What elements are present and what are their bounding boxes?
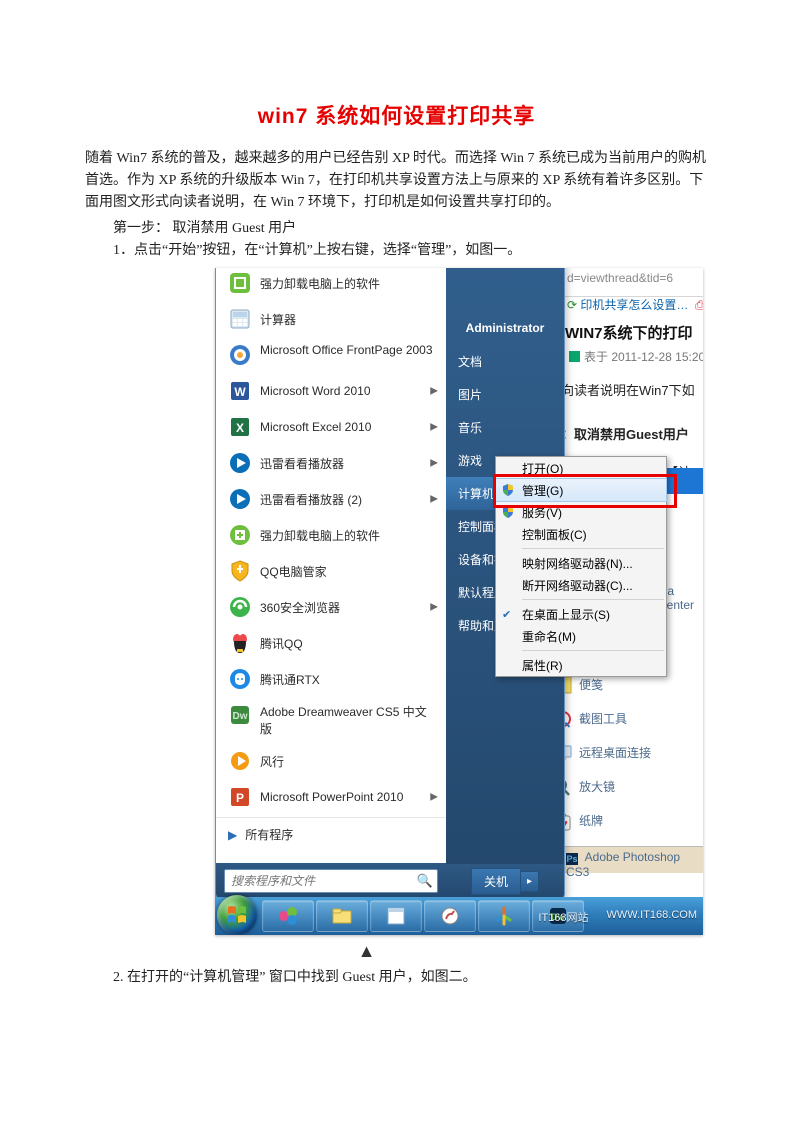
context-menu-item[interactable]: 控制面板(C) [496,523,666,545]
start-program-item[interactable]: 计算器 [216,301,446,337]
start-program-item[interactable]: 腾讯通RTX [216,661,446,697]
search-input[interactable] [229,873,417,889]
program-label: 风行 [260,753,284,770]
shield-icon [501,483,515,497]
start-program-item[interactable]: Dw Adobe Dreamweaver CS5 中文版 [216,697,446,743]
start-program-item[interactable]: 强力卸载电脑上的软件 [216,268,446,301]
context-menu-item[interactable]: 服务(V) [496,501,666,523]
ps-titlebar: Ps Adobe Photoshop CS3 [560,846,703,873]
submenu-arrow-icon: ▶ [430,602,438,613]
user-name: Administrator [446,315,564,345]
taskbar-icon[interactable] [424,900,476,932]
program-label: 迅雷看看播放器 [260,455,344,472]
program-label: QQ电脑管家 [260,563,327,580]
step1-instruction: 1．点击“开始”按钮，在“计算机”上按右键，选择“管理”，如图一。 [85,240,708,262]
submenu-arrow-icon: ▶ [430,422,438,433]
context-menu-item[interactable]: 重命名(M) [496,625,666,647]
article-meta: 表于 2011-12-28 15:20:02 [569,348,703,365]
taskbar: Dw IT168网站WWW.IT168.COM [215,897,703,935]
start-bottom: 🔍 关机▸ [216,863,564,899]
start-program-item[interactable]: 强力卸载电脑上的软件 [216,517,446,553]
start-program-item[interactable]: QQ电脑管家 [216,553,446,589]
taskbar-icon[interactable] [262,900,314,932]
search-row: 🔍 [216,863,446,899]
program-label: 腾讯QQ [260,635,303,652]
program-label: Microsoft Word 2010 [260,384,371,398]
browser-tabbar: ⟳ 印机共享怎么设置… ⎙驱动 [563,294,703,318]
intro-paragraph: 随着 Win7 系统的普及，越来越多的用户已经告别 XP 时代。而选择 Win … [85,148,708,214]
start-program-item[interactable]: Microsoft Office FrontPage 2003 [216,337,446,373]
program-label: Adobe Dreamweaver CS5 中文版 [260,703,436,737]
svg-text:X: X [236,421,244,435]
start-right-link[interactable]: 图片 [446,378,564,411]
tab-link[interactable]: 印机共享怎么设置… [580,298,688,312]
start-program-item[interactable]: 迅雷看看播放器 ▶ [216,445,446,481]
gadget-item[interactable]: ♥纸牌 [553,804,703,838]
step1-next: 2. 在打开的“计算机管理” 窗口中找到 Guest 用户，如图二。 [85,966,708,986]
submenu-arrow-icon: ▶ [430,494,438,505]
watermark: IT168网站WWW.IT168.COM [538,909,697,925]
screenshot-figure-1: d=viewthread&tid=6 ⟳ 印机共享怎么设置… ⎙驱动 ：WIN7… [215,268,703,935]
drv-icon: ⎙ [695,298,703,312]
context-menu-item[interactable]: 管理(G) [495,478,667,502]
menu-separator [522,599,664,600]
taskbar-icon[interactable] [478,900,530,932]
context-menu-item[interactable]: 打开(O) [496,457,666,479]
start-right-link[interactable]: 文档 [446,345,564,378]
document-page: win7 系统如何设置打印共享 随着 Win7 系统的普及，越来越多的用户已经告… [0,0,793,1122]
program-label: 强力卸载电脑上的软件 [260,275,380,292]
all-programs[interactable]: ▶所有程序 [216,817,446,851]
context-menu-item[interactable]: ✔在桌面上显示(S) [496,603,666,625]
svg-text:P: P [236,791,244,805]
start-program-item[interactable]: X Microsoft Excel 2010 ▶ [216,409,446,445]
program-label: Microsoft Office FrontPage 2003 [260,343,433,357]
gadget-item[interactable]: 远程桌面连接 [553,736,703,770]
program-label: Microsoft Excel 2010 [260,420,371,434]
sidebar-gadgets: 便笺截图工具远程桌面连接放大镜♥纸牌 [553,668,703,838]
gadget-item[interactable]: 截图工具 [553,702,703,736]
svg-text:Dw: Dw [233,711,248,722]
program-label: 360安全浏览器 [260,599,340,616]
start-button[interactable] [217,895,257,935]
context-menu: 打开(O)管理(G)服务(V)控制面板(C) 映射网络驱动器(N)...断开网络驱… [495,456,667,677]
program-label: Microsoft PowerPoint 2010 [260,790,403,804]
taskbar-icon[interactable] [370,900,422,932]
program-label: 迅雷看看播放器 (2) [260,491,362,508]
start-program-item[interactable]: 腾讯QQ [216,625,446,661]
gadget-item[interactable]: 放大镜 [553,770,703,804]
program-label: 计算器 [260,311,296,328]
svg-text:W: W [234,385,246,399]
start-program-item[interactable]: P Microsoft PowerPoint 2010 ▶ [216,779,446,815]
context-menu-item[interactable]: 断开网络驱动器(C)... [496,574,666,596]
submenu-arrow-icon: ▶ [430,792,438,803]
start-program-item[interactable]: W Microsoft Word 2010 ▶ [216,373,446,409]
context-menu-item[interactable]: 属性(R) [496,654,666,676]
menu-separator [522,650,664,651]
shield-icon [501,505,515,519]
shutdown-button[interactable]: 关机▸ [471,868,539,895]
start-right-link[interactable]: 音乐 [446,411,564,444]
submenu-arrow-icon: ▶ [430,458,438,469]
search-icon: 🔍 [417,873,433,889]
submenu-arrow-icon: ▶ [430,386,438,397]
figure-arrow: ▲ [25,941,708,962]
program-label: 腾讯通RTX [260,671,320,688]
program-label: 强力卸载电脑上的软件 [260,527,380,544]
start-program-item[interactable]: 360安全浏览器 ▶ [216,589,446,625]
check-icon: ✔ [502,608,511,621]
address-bar[interactable]: d=viewthread&tid=6 [563,268,703,297]
start-program-item[interactable]: 迅雷看看播放器 (2) ▶ [216,481,446,517]
menu-separator [522,548,664,549]
article-headline: ：WIN7系统下的打印 [548,318,703,347]
context-menu-item[interactable]: 映射网络驱动器(N)... [496,552,666,574]
start-left-pane: 强力卸载电脑上的软件计算器 Microsoft Office FrontPage … [216,268,446,899]
taskbar-explorer-icon[interactable] [316,900,368,932]
recent-programs: 强力卸载电脑上的软件计算器 Microsoft Office FrontPage … [216,268,446,815]
doc-title: win7 系统如何设置打印共享 [85,100,708,130]
step1-title: 第一步： 取消禁用 Guest 用户 [85,218,708,240]
start-program-item[interactable]: 风行 [216,743,446,779]
search-box[interactable]: 🔍 [224,869,438,893]
